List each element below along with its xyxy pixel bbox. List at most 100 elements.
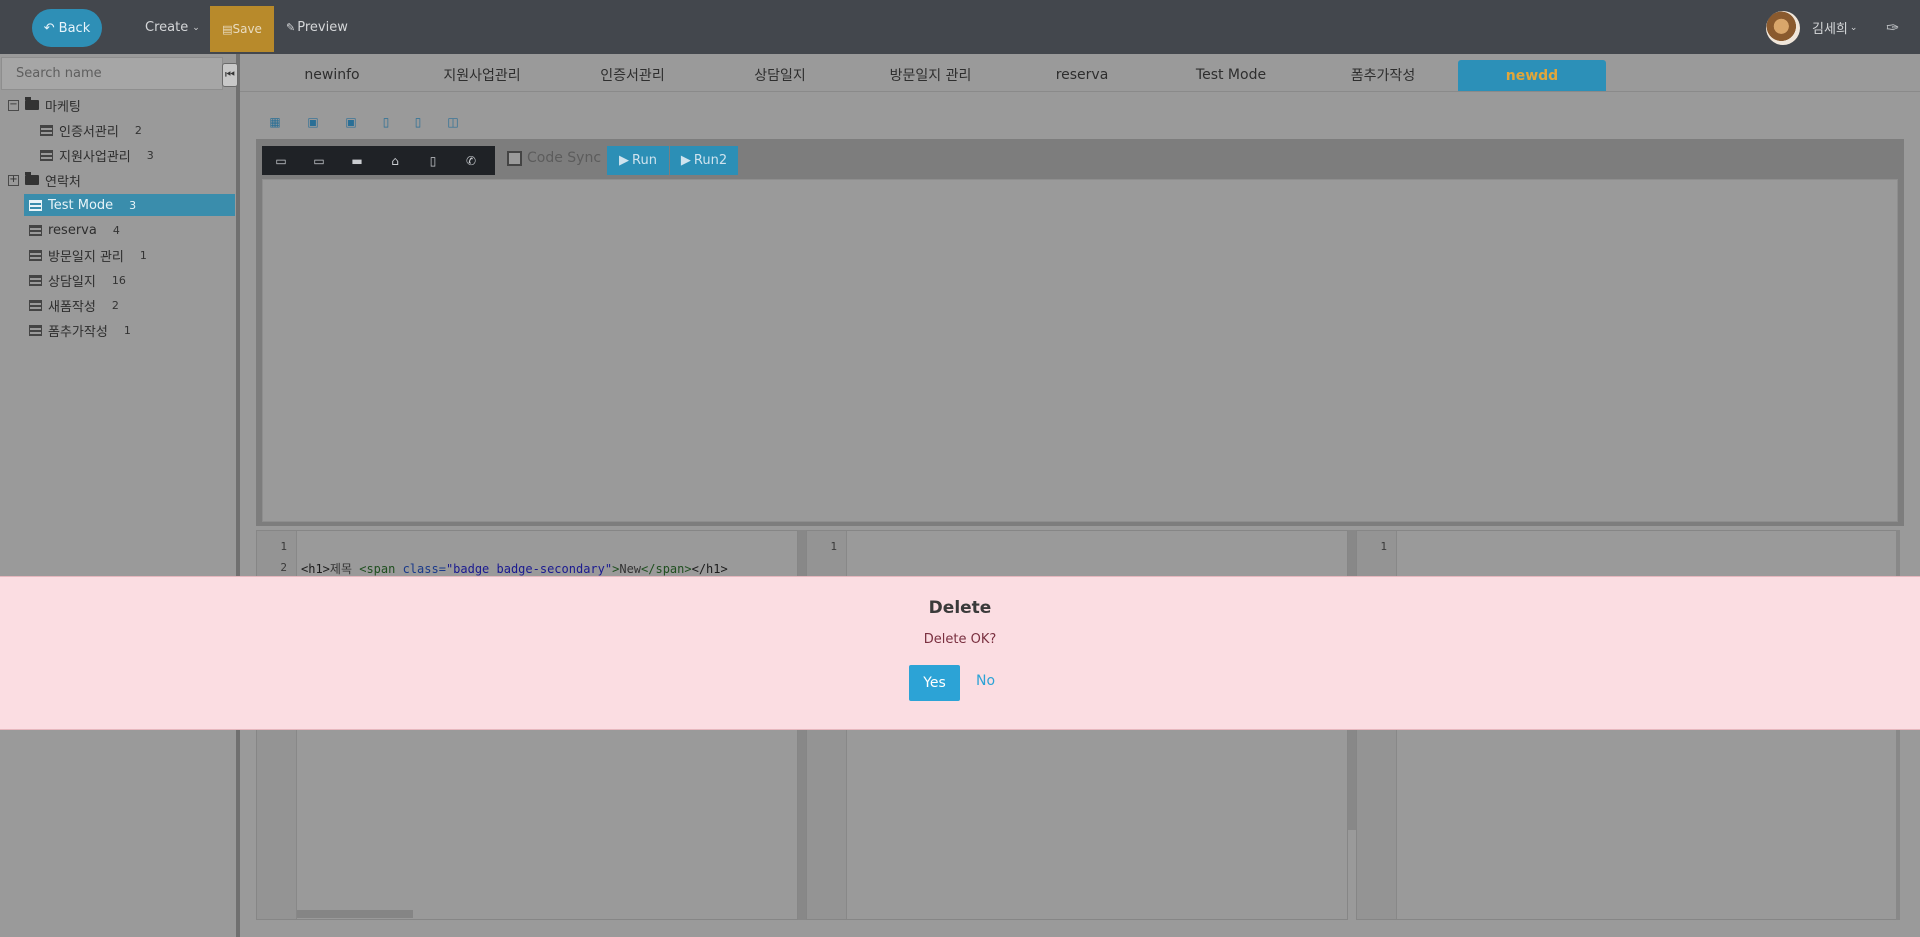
tab-label: 방문일지 관리 [889, 67, 972, 84]
code-sync-label: Code Sync [527, 150, 602, 166]
tree-item-certificates[interactable]: 인증서관리 2 [40, 119, 142, 141]
table-icon [29, 199, 42, 211]
tab-certificates[interactable]: 인증서관리 [575, 59, 690, 90]
tree-label: 폼추가작성 [48, 324, 108, 340]
tab-visit-log[interactable]: 방문일지 관리 [868, 59, 993, 90]
tree-count: 16 [111, 273, 126, 287]
tab-newinfo[interactable]: newinfo [282, 59, 382, 90]
code-token: "badge badge-secondary" [445, 562, 613, 576]
tab-label: Test Mode [1195, 66, 1267, 83]
phone-icon[interactable]: ✆ [452, 146, 490, 175]
folder-icon [25, 97, 39, 110]
code-token: </h1> [691, 562, 728, 576]
user-name: 김세희 [1812, 22, 1848, 37]
tab-test-mode[interactable]: Test Mode [1176, 59, 1286, 90]
yes-button[interactable]: Yes [909, 665, 960, 701]
tree-count: 4 [112, 223, 120, 237]
tree-item-consult-log[interactable]: 상담일지 16 [29, 269, 126, 291]
create-dropdown[interactable]: Create ⌄ [145, 20, 200, 35]
tree-item-add-form[interactable]: 폼추가작성 1 [29, 319, 131, 341]
layout-left-icon[interactable]: ▯ [379, 115, 393, 129]
layout-right-icon[interactable]: ▯ [411, 115, 425, 129]
tab-consult-log[interactable]: 상담일지 [730, 59, 830, 90]
tree-item-reserva[interactable]: reserva 4 [29, 219, 120, 241]
laptop-icon[interactable]: ⌂ [376, 146, 414, 175]
search-placeholder: Search name [16, 66, 102, 81]
tree-item-visit-log[interactable]: 방문일지 관리 1 [29, 244, 147, 266]
browser-icon[interactable]: ▭ [262, 146, 300, 175]
wrench-icon: ✎ [286, 21, 296, 34]
table-icon [29, 324, 42, 336]
tree-item-support-projects[interactable]: 지원사업관리 3 [40, 144, 154, 166]
code-sync-checkbox[interactable]: Code Sync [507, 150, 601, 166]
horizontal-scrollbar[interactable] [297, 910, 413, 918]
tree-item-test-mode[interactable]: Test Mode 3 [24, 194, 235, 216]
chevron-down-icon: ⌄ [1849, 22, 1858, 33]
line-number: 1 [830, 540, 837, 553]
tree-label: 새폼작성 [48, 299, 96, 315]
table-icon [29, 249, 42, 261]
sidebar-resize-handle[interactable] [236, 54, 240, 937]
tree-item-new-form[interactable]: 새폼작성 2 [29, 294, 119, 316]
tree-count: 2 [111, 298, 119, 312]
top-toolbar: ↶ Back Create ⌄ ▤ Save ✎ Preview 김세희 ⌄ ✑ [0, 0, 1920, 54]
back-button-label: Back [58, 20, 91, 36]
chevron-down-icon: ⌄ [192, 22, 200, 33]
back-button[interactable]: ↶ Back [32, 9, 102, 47]
tree-label: 방문일지 관리 [48, 249, 124, 265]
tab-label: 상담일지 [754, 67, 806, 84]
tab-label: 인증서관리 [600, 67, 665, 84]
tab-label: 지원사업관리 [443, 67, 521, 84]
save-label: Save [232, 22, 262, 36]
code-line: <h1>제목 <span class="badge badge-secondar… [301, 560, 728, 577]
pin-icon[interactable]: ✑ [1886, 18, 1899, 37]
tree-label: 지원사업관리 [59, 149, 131, 165]
expand-toggle-icon[interactable]: + [8, 174, 19, 186]
grid-layout-icon[interactable]: ▦ [268, 115, 282, 129]
table-icon [29, 224, 42, 236]
preview-canvas[interactable] [262, 179, 1898, 522]
line-number: 2 [280, 561, 287, 574]
tree-folder-marketing[interactable]: − 마케팅 [8, 94, 81, 116]
dialog-title: Delete [928, 598, 992, 618]
tablet-icon[interactable]: ▯ [414, 146, 452, 175]
run2-button[interactable]: ▶ Run2 [670, 146, 738, 175]
tree-count: 1 [139, 248, 147, 262]
tree-label: reserva [48, 222, 97, 238]
tab-reserva[interactable]: reserva [1032, 59, 1132, 90]
no-button[interactable]: No [976, 673, 995, 689]
code-token: New [619, 562, 642, 576]
preview-button[interactable]: ✎ Preview [286, 20, 348, 35]
tree-count: 3 [129, 198, 137, 212]
play-icon: ▶ [680, 153, 691, 168]
run-button[interactable]: ▶ Run [607, 146, 669, 175]
layout-top-icon[interactable]: ▣ [306, 115, 320, 129]
search-input[interactable]: Search name [1, 57, 223, 90]
code-token: <span [359, 562, 403, 576]
layout-split-icon[interactable]: ◫ [446, 115, 460, 129]
code-token: <h1> [301, 562, 330, 576]
desktop-icon[interactable]: ▬ [338, 146, 376, 175]
monitor-icon[interactable]: ▭ [300, 146, 338, 175]
save-icon: ▤ [222, 22, 233, 36]
tab-add-form[interactable]: 폼추가작성 [1328, 59, 1438, 90]
layout-bottom-icon[interactable]: ▣ [344, 115, 358, 129]
avatar[interactable] [1766, 11, 1800, 45]
save-button[interactable]: ▤ Save [210, 6, 274, 52]
play-icon: ▶ [619, 153, 630, 168]
tree-folder-contacts[interactable]: + 연락처 [8, 169, 81, 191]
collapse-sidebar-icon[interactable]: ⏮ [222, 63, 238, 87]
tree-label: 인증서관리 [59, 124, 119, 140]
line-number: 1 [280, 540, 287, 553]
checkbox-icon [507, 150, 522, 166]
tab-label: reserva [1055, 66, 1109, 83]
table-icon [40, 149, 53, 161]
code-token: </span> [641, 562, 692, 576]
tab-newdd[interactable]: newdd [1458, 60, 1606, 91]
run-label: Run [632, 153, 657, 168]
tree-count: 2 [134, 123, 142, 137]
collapse-toggle-icon[interactable]: − [8, 99, 19, 111]
delete-confirm-dialog: Delete Delete OK? Yes No [0, 576, 1920, 730]
user-menu[interactable]: 김세희 ⌄ [1812, 18, 1857, 37]
tab-support-projects[interactable]: 지원사업관리 [422, 59, 542, 90]
